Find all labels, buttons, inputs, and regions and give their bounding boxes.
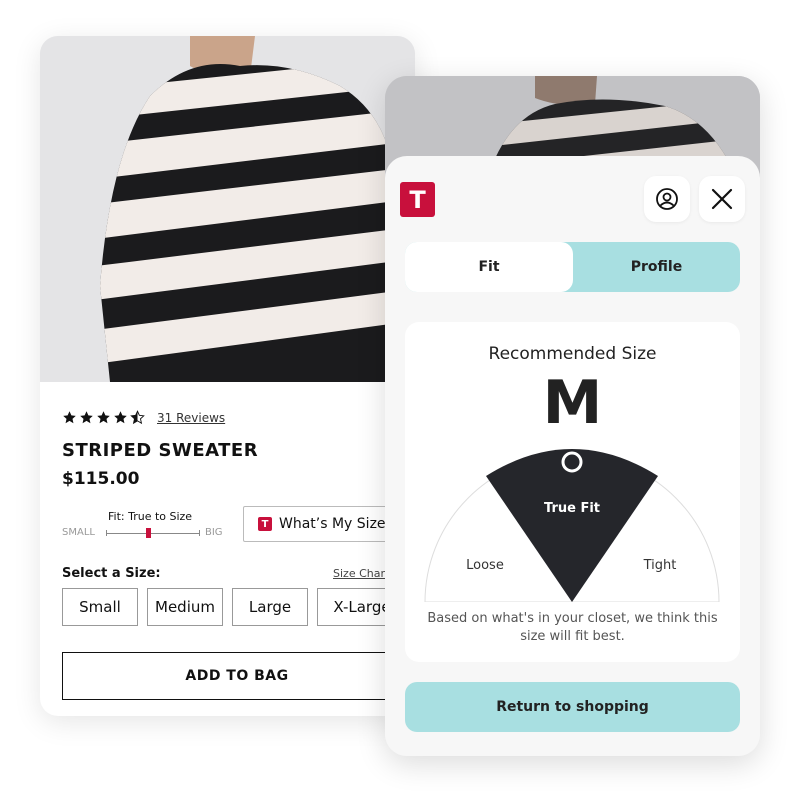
product-card: 31 Reviews STRIPED SWEATER $115.00 Fit: … — [40, 36, 415, 716]
close-icon — [711, 188, 733, 210]
recommendation-note: Based on what's in your closet, we think… — [427, 611, 718, 644]
gauge-indicator — [561, 451, 583, 473]
size-recommendation-modal: T Fit Profile Recommended Size M True Fi… — [385, 76, 760, 756]
user-circle-icon — [656, 188, 678, 210]
size-chart-link[interactable]: Size Chart — [333, 567, 389, 580]
fit-small-label: SMALL — [62, 527, 95, 538]
star-icon — [97, 411, 110, 424]
star-icon — [80, 411, 93, 424]
rating-row: 31 Reviews — [62, 410, 225, 425]
star-icon — [114, 411, 127, 424]
fit-marker — [146, 528, 152, 538]
product-photo — [40, 36, 415, 382]
star-rating — [62, 410, 145, 425]
recommended-size-value: M — [542, 368, 603, 438]
recommended-size-title: Recommended Size — [488, 344, 657, 364]
size-option-medium[interactable]: Medium — [147, 588, 223, 626]
size-option-small[interactable]: Small — [62, 588, 138, 626]
star-icon — [63, 411, 76, 424]
add-to-bag-button[interactable]: ADD TO BAG — [62, 652, 412, 700]
whats-my-size-label: What’s My Size? — [279, 516, 393, 532]
product-price: $115.00 — [62, 469, 140, 489]
fit-track — [106, 533, 200, 534]
reviews-link[interactable]: 31 Reviews — [157, 411, 225, 425]
tab-profile[interactable]: Profile — [573, 242, 740, 292]
fit-label: Fit: True to Size — [108, 510, 193, 523]
brand-logo: T — [400, 182, 435, 217]
half-star-icon — [130, 410, 145, 425]
sweater-image — [40, 36, 415, 382]
tab-fit[interactable]: Fit — [405, 242, 573, 292]
fit-big-label: BIG — [205, 527, 223, 538]
size-option-large[interactable]: Large — [232, 588, 308, 626]
gauge-right-label: Tight — [643, 558, 677, 573]
gauge-left-label: Loose — [466, 558, 504, 573]
gauge-center-label: True Fit — [544, 501, 600, 516]
fit-gauge: True Fit Loose Tight — [424, 449, 720, 602]
fit-tick — [199, 530, 200, 536]
select-size-label: Select a Size: — [62, 566, 161, 581]
profile-button[interactable] — [644, 176, 690, 222]
fit-meter: Fit: True to Size SMALL BIG — [62, 510, 227, 544]
recommendation-card: Recommended Size M True Fit Loose Tight … — [405, 322, 740, 662]
return-to-shopping-button[interactable]: Return to shopping — [405, 682, 740, 732]
brand-logo-icon: T — [258, 517, 272, 531]
fit-tick — [106, 530, 107, 536]
close-button[interactable] — [699, 176, 745, 222]
product-title: STRIPED SWEATER — [62, 440, 259, 461]
tab-bar: Fit Profile — [405, 242, 740, 292]
modal-sheet: T Fit Profile Recommended Size M True Fi… — [385, 156, 760, 756]
